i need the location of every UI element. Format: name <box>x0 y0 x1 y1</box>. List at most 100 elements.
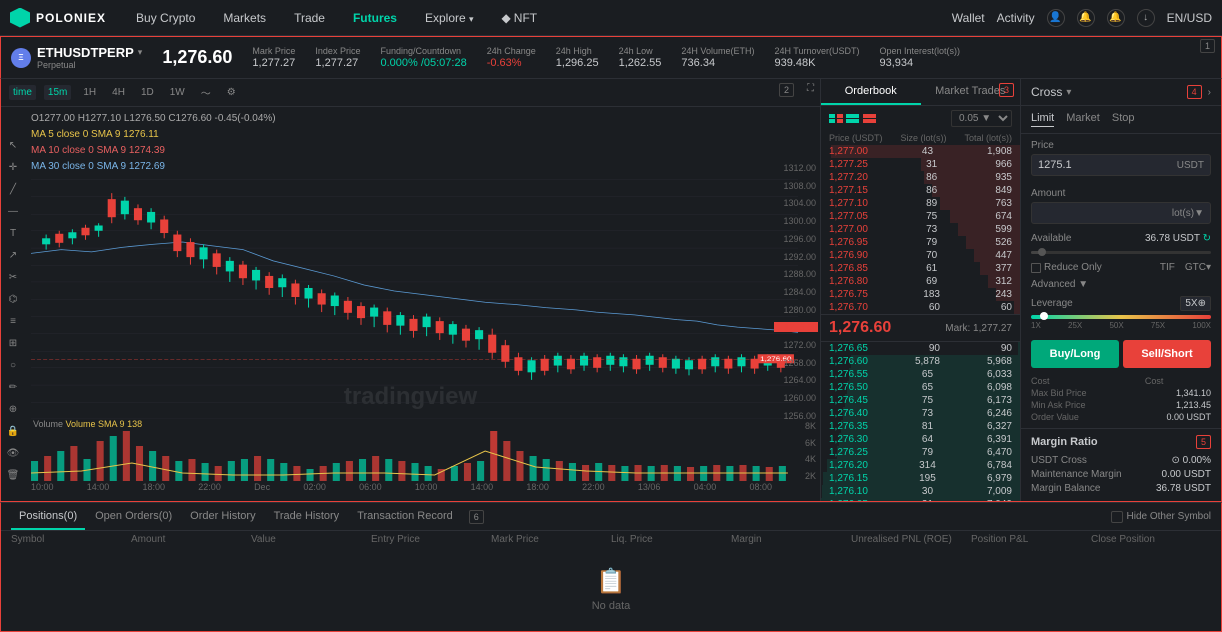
min-ask-row: Min Ask Price 1,213.45 <box>1031 400 1211 410</box>
tab-limit[interactable]: Limit <box>1031 112 1054 127</box>
bottom-panel-number: 6 <box>469 510 484 524</box>
hide-others-toggle[interactable]: Hide Other Symbol <box>1111 511 1211 523</box>
nav-profile-icon[interactable]: 👤 <box>1047 9 1065 27</box>
ob-depth-all-icon[interactable] <box>829 114 843 124</box>
nav-download-icon[interactable]: ↓ <box>1137 9 1155 27</box>
leverage-slider[interactable] <box>1031 315 1211 319</box>
buy-long-button[interactable]: Buy/Long <box>1031 340 1119 368</box>
chart-time-1h[interactable]: 1H <box>79 85 100 100</box>
ob-bid-row[interactable]: 1,276.30646,391 <box>821 433 1020 446</box>
chart-time-1d[interactable]: 1D <box>137 85 158 100</box>
ob-ask-row[interactable]: 1,276.8561377 <box>821 262 1020 275</box>
chart-wave-icon[interactable]: 〜 <box>197 83 215 102</box>
ticker-24h-high: 24h High 1,296.25 <box>556 46 599 69</box>
tab-open-orders[interactable]: Open Orders(0) <box>87 504 180 530</box>
chart-area[interactable]: ↖ ✛ ╱ — T ↗ ✂ ⌬ ≡ ⊞ ○ ✏ ⊕ 🔒 👁 🗑 <box>1 107 820 501</box>
gtc-label[interactable]: GTC▾ <box>1185 262 1211 273</box>
nav-buy-crypto[interactable]: Buy Crypto <box>130 7 201 29</box>
tool-scissors[interactable]: ✂ <box>5 269 21 285</box>
sell-short-button[interactable]: Sell/Short <box>1123 340 1211 368</box>
nav-markets[interactable]: Markets <box>217 7 272 29</box>
tool-expand[interactable]: ⊞ <box>5 335 21 351</box>
hide-others-checkbox[interactable] <box>1111 511 1123 523</box>
tool-fibonacci[interactable]: ≡ <box>5 313 21 329</box>
ob-bid-row[interactable]: 1,276.45756,173 <box>821 394 1020 407</box>
ob-depth-bids-icon[interactable] <box>846 114 860 124</box>
ob-ask-row[interactable]: 1,276.706060 <box>821 301 1020 314</box>
tab-orderbook[interactable]: Orderbook <box>821 79 921 105</box>
ob-ask-row[interactable]: 1,277.00431,908 <box>821 145 1020 158</box>
tab-positions[interactable]: Positions(0) <box>11 504 85 530</box>
chart-time-4h[interactable]: 4H <box>108 85 129 100</box>
tool-trash[interactable]: 🗑 <box>5 467 21 483</box>
ob-ask-row[interactable]: 1,276.8069312 <box>821 275 1020 288</box>
chart-expand-icon[interactable]: ⛶ <box>807 83 814 94</box>
ob-ask-row[interactable]: 1,276.9579526 <box>821 236 1020 249</box>
nav-wallet[interactable]: Wallet <box>952 11 985 25</box>
price-input[interactable] <box>1038 159 1177 171</box>
tab-trade-history[interactable]: Trade History <box>266 504 348 530</box>
ob-ask-row[interactable]: 1,277.2086935 <box>821 171 1020 184</box>
ob-bid-row[interactable]: 1,276.40736,246 <box>821 407 1020 420</box>
ob-ask-row[interactable]: 1,277.2531966 <box>821 158 1020 171</box>
chart-settings-icon[interactable]: ⚙ <box>223 85 240 100</box>
ob-spread-select[interactable]: 0.05 ▼ 0.10 0.50 <box>951 110 1012 127</box>
reduce-only-box[interactable] <box>1031 263 1041 273</box>
ob-bid-row[interactable]: 1,276.605,8785,968 <box>821 355 1020 368</box>
tool-ray[interactable]: ↗ <box>5 247 21 263</box>
ob-bid-row[interactable]: 1,276.151956,979 <box>821 472 1020 485</box>
ob-depth-asks-icon[interactable] <box>863 114 877 124</box>
nav-explore[interactable]: Explore ▾ <box>419 7 480 29</box>
ob-bid-row[interactable]: 1,276.659090 <box>821 342 1020 355</box>
tool-eye[interactable]: 👁 <box>5 445 21 461</box>
ob-bid-row[interactable]: 1,276.50656,098 <box>821 381 1020 394</box>
tool-horizontal[interactable]: — <box>5 203 21 219</box>
tool-line[interactable]: ╱ <box>5 181 21 197</box>
ob-ask-row[interactable]: 1,277.1586849 <box>821 184 1020 197</box>
ob-bid-row[interactable]: 1,276.10307,009 <box>821 485 1020 498</box>
tab-transaction-record[interactable]: Transaction Record <box>349 504 461 530</box>
tool-text[interactable]: T <box>5 225 21 241</box>
chart-time-15m[interactable]: 15m <box>44 85 71 100</box>
ob-ask-row[interactable]: 1,277.0073599 <box>821 223 1020 236</box>
ob-bid-row[interactable]: 1,276.35816,327 <box>821 420 1020 433</box>
advanced-toggle[interactable]: Advanced ▼ <box>1031 279 1211 290</box>
nav-bell-icon[interactable]: 🔔 <box>1077 9 1095 27</box>
chart-time-time[interactable]: time <box>9 85 36 100</box>
tool-magnet[interactable]: ⊕ <box>5 401 21 417</box>
nav-language[interactable]: EN/USD <box>1167 11 1212 25</box>
margin-header: Margin Ratio 5 <box>1031 435 1211 449</box>
tool-circle[interactable]: ○ <box>5 357 21 373</box>
ob-ask-row[interactable]: 1,276.75183243 <box>821 288 1020 301</box>
tab-order-history[interactable]: Order History <box>182 504 263 530</box>
tool-cursor[interactable]: ↖ <box>5 137 21 153</box>
reduce-only-checkbox[interactable]: Reduce Only <box>1031 262 1102 273</box>
nav-futures[interactable]: Futures <box>347 7 403 29</box>
tab-market[interactable]: Market <box>1066 112 1100 127</box>
logo[interactable]: POLONIEX <box>10 8 106 28</box>
tool-crosshair[interactable]: ✛ <box>5 159 21 175</box>
order-info-arrow[interactable]: › <box>1208 87 1211 98</box>
tool-measure[interactable]: ⌬ <box>5 291 21 307</box>
ob-ask-row[interactable]: 1,277.1089763 <box>821 197 1020 210</box>
ob-bid-row[interactable]: 1,276.203146,784 <box>821 459 1020 472</box>
transfer-icon[interactable]: ↻ <box>1203 233 1211 244</box>
nav-activity[interactable]: Activity <box>997 11 1035 25</box>
nav-nft[interactable]: ◆ NFT <box>496 7 544 29</box>
tool-pen[interactable]: ✏ <box>5 379 21 395</box>
ticker-symbol[interactable]: Ξ ETHUSDTPERP ▾ Perpetual <box>11 45 142 70</box>
amount-input[interactable] <box>1038 207 1172 219</box>
ob-ask-row[interactable]: 1,276.9070447 <box>821 249 1020 262</box>
ob-ask-row[interactable]: 1,277.0575674 <box>821 210 1020 223</box>
order-cost-info: Cost Cost Max Bid Price 1,341.10 Min Ask… <box>1021 374 1221 428</box>
ob-bid-row[interactable]: 1,276.05317,040 <box>821 498 1020 501</box>
nav-trade[interactable]: Trade <box>288 7 331 29</box>
chart-time-1w[interactable]: 1W <box>166 85 189 100</box>
ob-bid-row[interactable]: 1,276.25796,470 <box>821 446 1020 459</box>
ticker-dropdown-icon[interactable]: ▾ <box>138 47 143 58</box>
tab-stop[interactable]: Stop <box>1112 112 1135 127</box>
order-amount-slider[interactable] <box>1021 247 1221 258</box>
tool-lock[interactable]: 🔒 <box>5 423 21 439</box>
ob-bid-row[interactable]: 1,276.55656,033 <box>821 368 1020 381</box>
nav-notifications-icon[interactable]: 🔔 <box>1107 9 1125 27</box>
